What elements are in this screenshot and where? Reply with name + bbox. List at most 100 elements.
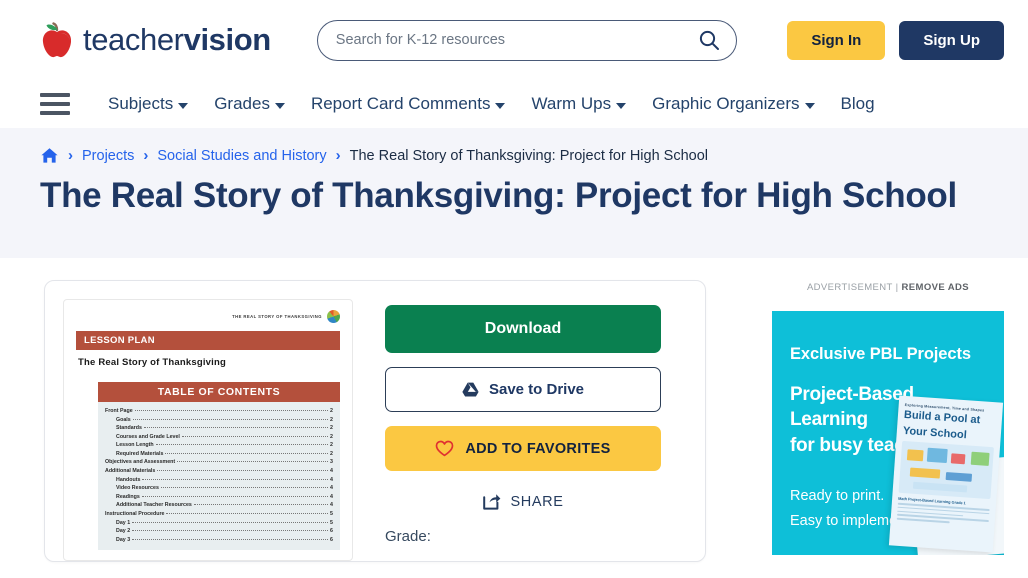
- nav-item-label: Grades: [214, 94, 270, 113]
- advertisement-banner[interactable]: Exclusive PBL Projects Project-Based Lea…: [772, 311, 1004, 555]
- remove-ads-link[interactable]: REMOVE ADS: [902, 282, 970, 293]
- toc-page: 5: [330, 510, 333, 517]
- toc-leader: [181, 435, 329, 437]
- page-title: The Real Story of Thanksgiving: Project …: [40, 176, 957, 215]
- lesson-plan-thumbnail[interactable]: THE REAL STORY OF THANKSGIVING LESSON PL…: [63, 299, 353, 561]
- add-to-favorites-label: ADD TO FAVORITES: [465, 440, 611, 457]
- advertisement-divider: |: [895, 282, 899, 293]
- toc-page: 2: [330, 442, 333, 449]
- thumbnail-topbar: THE REAL STORY OF THANKSGIVING: [76, 310, 340, 323]
- hamburger-icon[interactable]: [40, 93, 70, 115]
- advertisement-label: ADVERTISEMENT: [806, 282, 893, 293]
- toc-page: 5: [330, 519, 333, 526]
- table-of-contents: TABLE OF CONTENTS Front Page 2 Goals 2 Sta…: [98, 382, 340, 551]
- art-shape: [926, 447, 948, 464]
- search-input[interactable]: [335, 32, 698, 48]
- main-navigation: Subjects Grades Report Card Comments War…: [0, 80, 1028, 128]
- logo-text-light: teacher: [83, 22, 184, 57]
- add-to-favorites-button[interactable]: ADD TO FAVORITES: [385, 426, 661, 471]
- toc-leader: [193, 504, 329, 506]
- site-logo[interactable]: teachervision: [40, 21, 271, 59]
- toc-page: 2: [330, 408, 333, 414]
- share-button[interactable]: SHARE: [385, 483, 661, 522]
- toc-leader: [132, 418, 329, 420]
- toc-label: Day 2: [116, 528, 131, 535]
- toc-label: Additional Materials: [105, 468, 156, 475]
- toc-leader: [134, 410, 329, 411]
- toc-row: Day 3 6: [105, 536, 333, 545]
- ad-book-title-line2: Your School: [902, 424, 968, 441]
- sign-in-button[interactable]: Sign In: [787, 20, 886, 60]
- breadcrumb-separator: ›: [68, 147, 73, 164]
- nav-item-warm-ups[interactable]: Warm Ups: [531, 94, 627, 114]
- hamburger-bar: [40, 111, 70, 115]
- nav-item-report-card-comments[interactable]: Report Card Comments: [311, 94, 506, 114]
- search-bar[interactable]: [316, 19, 737, 61]
- toc-leader: [155, 444, 329, 446]
- toc-label: Objectives and Assessment: [105, 459, 176, 466]
- save-to-drive-button[interactable]: Save to Drive: [385, 367, 661, 412]
- toc-row: Required Materials 2: [105, 450, 333, 459]
- toc-row: Front Page 2: [105, 407, 333, 416]
- page-title-band: › Projects › Social Studies and History …: [0, 128, 1028, 258]
- toc-page: 2: [330, 416, 333, 423]
- toc-leader: [141, 495, 329, 497]
- toc-label: Goals: [116, 416, 131, 423]
- resource-actions: Download Save to Drive ADD TO FAVORITES …: [353, 299, 663, 561]
- toc-label: Readings: [116, 493, 140, 500]
- nav-item-graphic-organizers[interactable]: Graphic Organizers: [652, 94, 815, 114]
- chevron-down-icon: [274, 102, 285, 109]
- art-shape: [906, 449, 924, 462]
- art-shape: [945, 472, 973, 482]
- toc-label: Required Materials: [116, 450, 164, 457]
- breadcrumb-item-projects[interactable]: Projects: [82, 148, 134, 164]
- toc-title: TABLE OF CONTENTS: [98, 382, 340, 402]
- toc-page: 6: [330, 536, 333, 543]
- download-button[interactable]: Download: [385, 305, 661, 353]
- toc-row: Lesson Length 2: [105, 441, 333, 450]
- logo-text-bold: vision: [183, 22, 272, 57]
- toc-page: 3: [330, 459, 333, 466]
- toc-label: Lesson Length: [116, 442, 154, 449]
- apple-icon: [40, 21, 74, 59]
- art-shape: [970, 451, 990, 467]
- nav-item-subjects[interactable]: Subjects: [108, 94, 189, 114]
- chevron-down-icon: [804, 102, 815, 109]
- toc-row: Goals 2: [105, 416, 333, 425]
- toc-page: 2: [330, 425, 333, 432]
- toc-label: Instructional Procedure: [105, 510, 165, 517]
- toc-page: 4: [330, 493, 333, 500]
- sign-up-button[interactable]: Sign Up: [899, 20, 1004, 60]
- nav-item-label: Graphic Organizers: [652, 94, 800, 113]
- advertisement-column: ADVERTISEMENT | REMOVE ADS Exclusive PBL…: [772, 280, 1004, 562]
- toc-leader: [142, 478, 329, 480]
- globe-logo-icon: [327, 310, 340, 323]
- toc-label: Additional Teacher Resources: [116, 502, 192, 509]
- logo-wordmark: teachervision: [83, 22, 271, 58]
- art-shape: [912, 481, 968, 493]
- nav-item-label: Subjects: [108, 94, 174, 113]
- toc-row: Instructional Procedure 5: [105, 510, 333, 519]
- breadcrumb-item-social-studies[interactable]: Social Studies and History: [157, 148, 326, 164]
- resource-card: THE REAL STORY OF THANKSGIVING LESSON PL…: [44, 280, 706, 562]
- nav-item-label: Blog: [840, 94, 875, 113]
- toc-leader: [165, 452, 329, 454]
- nav-item-blog[interactable]: Blog: [841, 94, 875, 114]
- toc-page: 4: [330, 502, 333, 509]
- nav-item-grades[interactable]: Grades: [214, 94, 285, 114]
- toc-row: Objectives and Assessment 3: [105, 458, 333, 467]
- toc-label: Front Page: [105, 408, 133, 414]
- chevron-down-icon: [495, 102, 506, 109]
- advertisement-meta: ADVERTISEMENT | REMOVE ADS: [772, 282, 1004, 293]
- ad-book-cover: Exploring Measurement, Time and Shapes B…: [888, 395, 1004, 553]
- art-shape: [950, 453, 966, 465]
- breadcrumb: › Projects › Social Studies and History …: [40, 146, 988, 165]
- thumbnail-subtitle: The Real Story of Thanksgiving: [78, 357, 226, 368]
- toc-leader: [132, 538, 329, 540]
- hamburger-bar: [40, 102, 70, 106]
- toc-row: Additional Materials 4: [105, 467, 333, 476]
- home-icon[interactable]: [40, 146, 59, 165]
- search-icon[interactable]: [698, 29, 720, 51]
- chevron-down-icon: [178, 102, 189, 109]
- site-header: teachervision Sign In Sign Up: [0, 0, 1028, 80]
